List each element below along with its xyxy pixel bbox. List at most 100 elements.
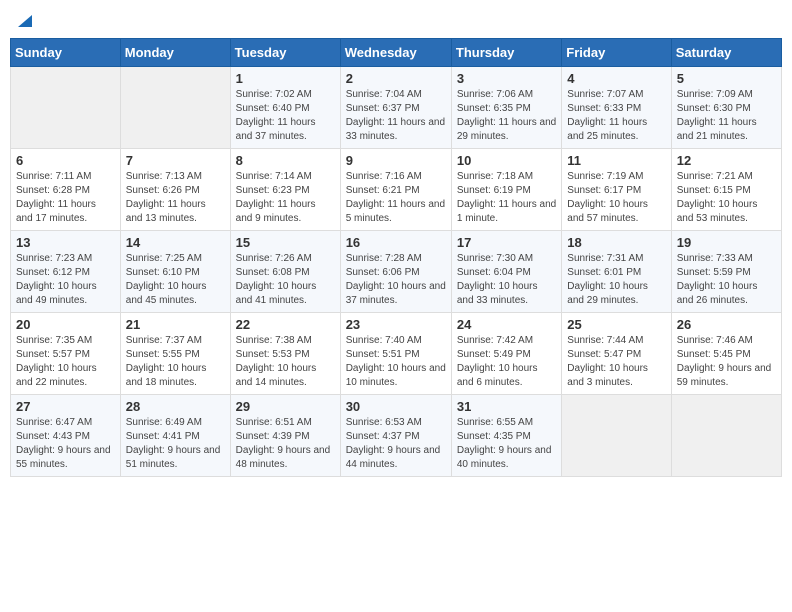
day-detail: Sunrise: 7:25 AMSunset: 6:10 PMDaylight:… [126, 252, 225, 308]
calendar-cell [120, 66, 230, 148]
day-number: 11 [567, 153, 665, 168]
day-detail: Sunrise: 7:13 AMSunset: 6:26 PMDaylight:… [126, 170, 225, 226]
day-number: 24 [457, 317, 556, 332]
calendar-cell [11, 66, 121, 148]
calendar-cell: 15 Sunrise: 7:26 AMSunset: 6:08 PMDayligh… [230, 230, 340, 312]
day-number: 8 [236, 153, 335, 168]
calendar-cell: 14 Sunrise: 7:25 AMSunset: 6:10 PMDayligh… [120, 230, 230, 312]
day-number: 16 [346, 235, 446, 250]
calendar-cell: 29Sunrise: 6:51 AMSunset: 4:39 PMDayligh… [230, 394, 340, 476]
day-detail: Sunrise: 7:16 AMSunset: 6:21 PMDaylight:… [346, 170, 446, 226]
calendar-cell: 23 Sunrise: 7:40 AMSunset: 5:51 PMDayligh… [340, 312, 451, 394]
day-detail: Sunrise: 6:47 AMSunset: 4:43 PMDaylight:… [16, 416, 115, 472]
logo [14, 10, 34, 30]
calendar-cell: 31Sunrise: 6:55 AMSunset: 4:35 PMDayligh… [451, 394, 561, 476]
day-number: 2 [346, 71, 446, 86]
calendar-cell: 13Sunrise: 7:23 AMSunset: 6:12 PMDayligh… [11, 230, 121, 312]
day-detail: Sunrise: 6:51 AMSunset: 4:39 PMDaylight:… [236, 416, 335, 472]
calendar-cell: 12 Sunrise: 7:21 AMSunset: 6:15 PMDayligh… [671, 148, 781, 230]
day-number: 19 [677, 235, 776, 250]
calendar-cell: 6 Sunrise: 7:11 AMSunset: 6:28 PMDaylight… [11, 148, 121, 230]
calendar-week-5: 27 Sunrise: 6:47 AMSunset: 4:43 PMDayligh… [11, 394, 782, 476]
day-detail: Sunrise: 7:30 AMSunset: 6:04 PMDaylight:… [457, 252, 556, 308]
day-detail: Sunrise: 7:07 AMSunset: 6:33 PMDaylight:… [567, 88, 665, 144]
day-number: 15 [236, 235, 335, 250]
calendar-cell: 7 Sunrise: 7:13 AMSunset: 6:26 PMDaylight… [120, 148, 230, 230]
day-number: 12 [677, 153, 776, 168]
calendar-cell: 16 Sunrise: 7:28 AMSunset: 6:06 PMDayligh… [340, 230, 451, 312]
day-detail: Sunrise: 7:46 AMSunset: 5:45 PMDaylight:… [677, 334, 776, 390]
calendar-cell: 11Sunrise: 7:19 AMSunset: 6:17 PMDayligh… [562, 148, 671, 230]
day-number: 9 [346, 153, 446, 168]
day-detail: Sunrise: 7:18 AMSunset: 6:19 PMDaylight:… [457, 170, 556, 226]
calendar-cell: 24 Sunrise: 7:42 AMSunset: 5:49 PMDayligh… [451, 312, 561, 394]
day-number: 7 [126, 153, 225, 168]
logo-general-row [14, 10, 34, 30]
day-number: 18 [567, 235, 665, 250]
calendar-week-3: 13Sunrise: 7:23 AMSunset: 6:12 PMDayligh… [11, 230, 782, 312]
calendar-cell: 5 Sunrise: 7:09 AMSunset: 6:30 PMDaylight… [671, 66, 781, 148]
day-detail: Sunrise: 6:53 AMSunset: 4:37 PMDaylight:… [346, 416, 446, 472]
day-number: 13 [16, 235, 115, 250]
calendar-cell [671, 394, 781, 476]
day-detail: Sunrise: 7:11 AMSunset: 6:28 PMDaylight:… [16, 170, 115, 226]
day-number: 1 [236, 71, 335, 86]
calendar-cell: 26 Sunrise: 7:46 AMSunset: 5:45 PMDayligh… [671, 312, 781, 394]
day-detail: Sunrise: 7:06 AMSunset: 6:35 PMDaylight:… [457, 88, 556, 144]
day-detail: Sunrise: 7:44 AMSunset: 5:47 PMDaylight:… [567, 334, 665, 390]
day-detail: Sunrise: 7:14 AMSunset: 6:23 PMDaylight:… [236, 170, 335, 226]
day-detail: Sunrise: 7:09 AMSunset: 6:30 PMDaylight:… [677, 88, 776, 144]
weekday-header-wednesday: Wednesday [340, 38, 451, 66]
day-number: 4 [567, 71, 665, 86]
day-detail: Sunrise: 7:37 AMSunset: 5:55 PMDaylight:… [126, 334, 225, 390]
day-detail: Sunrise: 7:02 AMSunset: 6:40 PMDaylight:… [236, 88, 335, 144]
logo-triangle-icon [16, 11, 34, 29]
calendar-cell: 4 Sunrise: 7:07 AMSunset: 6:33 PMDaylight… [562, 66, 671, 148]
calendar-cell: 27 Sunrise: 6:47 AMSunset: 4:43 PMDayligh… [11, 394, 121, 476]
day-detail: Sunrise: 7:04 AMSunset: 6:37 PMDaylight:… [346, 88, 446, 144]
calendar-cell: 30 Sunrise: 6:53 AMSunset: 4:37 PMDayligh… [340, 394, 451, 476]
day-number: 5 [677, 71, 776, 86]
calendar-cell: 19Sunrise: 7:33 AMSunset: 5:59 PMDayligh… [671, 230, 781, 312]
calendar-cell: 20 Sunrise: 7:35 AMSunset: 5:57 PMDayligh… [11, 312, 121, 394]
day-detail: Sunrise: 6:49 AMSunset: 4:41 PMDaylight:… [126, 416, 225, 472]
day-number: 30 [346, 399, 446, 414]
day-detail: Sunrise: 7:26 AMSunset: 6:08 PMDaylight:… [236, 252, 335, 308]
calendar-cell: 28Sunrise: 6:49 AMSunset: 4:41 PMDayligh… [120, 394, 230, 476]
calendar-week-2: 6 Sunrise: 7:11 AMSunset: 6:28 PMDaylight… [11, 148, 782, 230]
calendar-cell: 22 Sunrise: 7:38 AMSunset: 5:53 PMDayligh… [230, 312, 340, 394]
calendar-cell: 17Sunrise: 7:30 AMSunset: 6:04 PMDayligh… [451, 230, 561, 312]
day-number: 20 [16, 317, 115, 332]
calendar-cell: 2 Sunrise: 7:04 AMSunset: 6:37 PMDaylight… [340, 66, 451, 148]
calendar-cell: 21 Sunrise: 7:37 AMSunset: 5:55 PMDayligh… [120, 312, 230, 394]
day-detail: Sunrise: 7:35 AMSunset: 5:57 PMDaylight:… [16, 334, 115, 390]
day-number: 22 [236, 317, 335, 332]
day-detail: Sunrise: 7:40 AMSunset: 5:51 PMDaylight:… [346, 334, 446, 390]
day-number: 21 [126, 317, 225, 332]
day-detail: Sunrise: 7:28 AMSunset: 6:06 PMDaylight:… [346, 252, 446, 308]
day-detail: Sunrise: 7:42 AMSunset: 5:49 PMDaylight:… [457, 334, 556, 390]
weekday-header-tuesday: Tuesday [230, 38, 340, 66]
weekday-header-sunday: Sunday [11, 38, 121, 66]
day-number: 26 [677, 317, 776, 332]
day-number: 6 [16, 153, 115, 168]
calendar-table: SundayMondayTuesdayWednesdayThursdayFrid… [10, 38, 782, 477]
page-header [10, 10, 782, 30]
weekday-header-saturday: Saturday [671, 38, 781, 66]
day-detail: Sunrise: 7:21 AMSunset: 6:15 PMDaylight:… [677, 170, 776, 226]
day-number: 25 [567, 317, 665, 332]
calendar-cell: 9 Sunrise: 7:16 AMSunset: 6:21 PMDaylight… [340, 148, 451, 230]
day-number: 23 [346, 317, 446, 332]
calendar-week-1: 1 Sunrise: 7:02 AMSunset: 6:40 PMDaylight… [11, 66, 782, 148]
day-detail: Sunrise: 7:38 AMSunset: 5:53 PMDaylight:… [236, 334, 335, 390]
day-number: 31 [457, 399, 556, 414]
weekday-header-thursday: Thursday [451, 38, 561, 66]
calendar-cell: 25 Sunrise: 7:44 AMSunset: 5:47 PMDayligh… [562, 312, 671, 394]
day-number: 14 [126, 235, 225, 250]
calendar-cell: 1 Sunrise: 7:02 AMSunset: 6:40 PMDaylight… [230, 66, 340, 148]
weekday-header-row: SundayMondayTuesdayWednesdayThursdayFrid… [11, 38, 782, 66]
day-number: 27 [16, 399, 115, 414]
day-number: 10 [457, 153, 556, 168]
day-detail: Sunrise: 7:31 AMSunset: 6:01 PMDaylight:… [567, 252, 665, 308]
calendar-cell: 8 Sunrise: 7:14 AMSunset: 6:23 PMDaylight… [230, 148, 340, 230]
